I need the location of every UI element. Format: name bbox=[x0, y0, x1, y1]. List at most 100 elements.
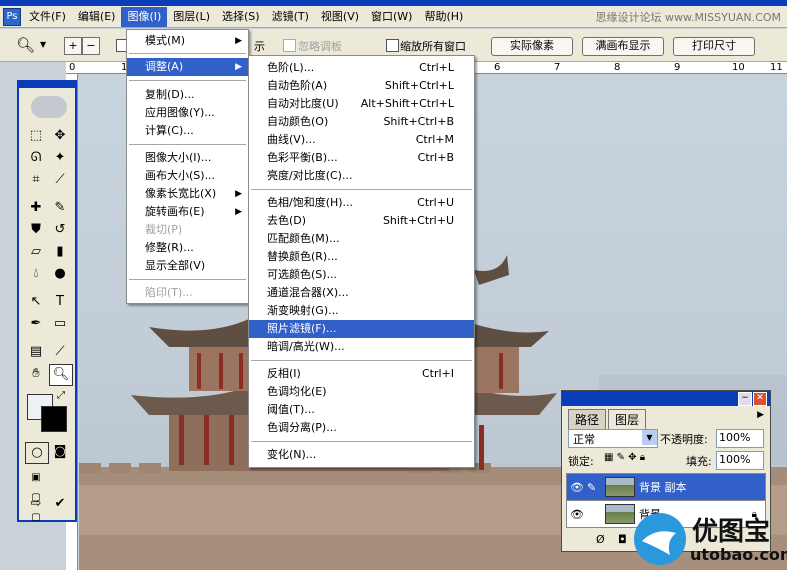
menu-layer[interactable]: 图层(L) bbox=[167, 7, 216, 27]
image-menu-duplicate[interactable]: 复制(D)... bbox=[127, 86, 248, 104]
zoom-out-icon[interactable]: − bbox=[82, 37, 100, 55]
lasso-tool-icon[interactable]: ᘏ bbox=[25, 148, 47, 168]
shape-tool-icon[interactable]: ▭ bbox=[49, 314, 71, 334]
ignore-palettes-checkbox[interactable] bbox=[283, 39, 296, 52]
tab-layers[interactable]: 图层 bbox=[608, 409, 647, 429]
image-menu-pixel-aspect[interactable]: 像素长宽比(X) ▶ bbox=[127, 185, 248, 203]
fit-screen-button[interactable]: 满画布显示 bbox=[582, 37, 664, 56]
photoshop-app-icon[interactable]: Ps bbox=[3, 7, 21, 26]
close-icon[interactable]: ✕ bbox=[753, 392, 767, 406]
image-menu-reveal-all[interactable]: 显示全部(V) bbox=[127, 257, 248, 275]
menu-file[interactable]: 文件(F) bbox=[23, 7, 72, 27]
adjust-gradient-map[interactable]: 渐变映射(G)... bbox=[249, 302, 474, 320]
crop-tool-icon[interactable]: ⌗ bbox=[25, 170, 47, 190]
adjust-curves[interactable]: 曲线(V)... Ctrl+M bbox=[249, 131, 474, 149]
minimize-icon[interactable]: − bbox=[738, 392, 752, 406]
pen-tool-icon[interactable]: ✒ bbox=[25, 314, 47, 334]
menu-filter[interactable]: 滤镜(T) bbox=[266, 7, 315, 27]
healing-brush-tool-icon[interactable]: ✚ bbox=[25, 198, 47, 218]
menu-bar: Ps 文件(F) 编辑(E) 图像(I) 图层(L) 选择(S) 滤镜(T) 视… bbox=[0, 6, 787, 28]
adjust-invert[interactable]: 反相(I) Ctrl+I bbox=[249, 365, 474, 383]
layer-row-background-copy[interactable]: 👁︎ ✎ 背景 副本 bbox=[566, 473, 766, 501]
adjust-auto-color[interactable]: 自动颜色(O) Shift+Ctrl+B bbox=[249, 113, 474, 131]
marquee-tool-icon[interactable]: ⬚ bbox=[25, 126, 47, 146]
image-menu-canvas-size[interactable]: 画布大小(S)... bbox=[127, 167, 248, 185]
eyedropper-tool-icon[interactable]: ⟋ bbox=[49, 342, 71, 362]
toolbox-title-bar[interactable] bbox=[19, 82, 75, 88]
brush-tool-icon[interactable]: ✎ bbox=[49, 198, 71, 218]
menu-window[interactable]: 窗口(W) bbox=[365, 7, 418, 27]
image-menu-adjust[interactable]: 调整(A) ▶ bbox=[127, 58, 248, 76]
print-size-button[interactable]: 打印尺寸 bbox=[673, 37, 755, 56]
notes-tool-icon[interactable]: ▤ bbox=[25, 342, 47, 362]
adjust-match-color[interactable]: 匹配颜色(M)... bbox=[249, 230, 474, 248]
image-menu-mode[interactable]: 模式(M) ▶ bbox=[127, 32, 248, 50]
adjust-auto-levels[interactable]: 自动色阶(A) Shift+Ctrl+L bbox=[249, 77, 474, 95]
move-tool-icon[interactable]: ✥ bbox=[49, 126, 71, 146]
menu-edit[interactable]: 编辑(E) bbox=[72, 7, 122, 27]
zoom-in-icon[interactable]: + bbox=[64, 37, 82, 55]
adjust-desaturate[interactable]: 去色(D) Shift+Ctrl+U bbox=[249, 212, 474, 230]
gradient-tool-icon[interactable]: ▮ bbox=[49, 242, 71, 262]
adjust-equalize[interactable]: 色调均化(E) bbox=[249, 383, 474, 401]
fill-label: 填充: bbox=[686, 455, 712, 468]
image-menu-rotate-canvas[interactable]: 旋转画布(E) ▶ bbox=[127, 203, 248, 221]
adjust-variations[interactable]: 变化(N)... bbox=[249, 446, 474, 464]
adjust-hue-saturation[interactable]: 色相/饱和度(H)... Ctrl+U bbox=[249, 194, 474, 212]
actual-pixels-button[interactable]: 实际像素 bbox=[491, 37, 573, 56]
image-menu-image-size[interactable]: 图像大小(I)... bbox=[127, 149, 248, 167]
standard-mode-icon[interactable]: ○ bbox=[25, 442, 49, 464]
blend-mode-select[interactable]: 正常 ▼ bbox=[568, 429, 658, 448]
eraser-tool-icon[interactable]: ▱ bbox=[25, 242, 47, 262]
resize-all-windows-checkbox[interactable] bbox=[386, 39, 399, 52]
adjust-threshold[interactable]: 阈值(T)... bbox=[249, 401, 474, 419]
adjust-selective-color[interactable]: 可选颜色(S)... bbox=[249, 266, 474, 284]
path-select-tool-icon[interactable]: ↖ bbox=[25, 292, 47, 312]
background-color-swatch[interactable] bbox=[41, 406, 67, 432]
zoom-tool-icon[interactable]: 🔍︎ bbox=[16, 36, 35, 54]
menu-image[interactable]: 图像(I) bbox=[121, 6, 168, 27]
adjust-photo-filter[interactable]: 照片滤镜(F)... bbox=[249, 320, 474, 338]
hand-tool-icon[interactable]: ✋︎ bbox=[25, 364, 47, 384]
layers-title-bar[interactable]: − ✕ bbox=[562, 391, 770, 406]
eye-icon[interactable]: 👁︎ bbox=[567, 481, 587, 494]
image-menu-apply-image[interactable]: 应用图像(Y)... bbox=[127, 104, 248, 122]
slice-tool-icon[interactable]: ⟋ bbox=[49, 170, 71, 190]
stamp-tool-icon[interactable]: ⛊ bbox=[25, 220, 47, 240]
adjust-brightness-contrast[interactable]: 亮度/对比度(C)... bbox=[249, 167, 474, 185]
fill-input[interactable]: 100% bbox=[716, 451, 764, 470]
jump-to-imageready-icon[interactable]: ⇨ bbox=[25, 494, 47, 514]
chevron-right-icon: ▶ bbox=[235, 36, 242, 46]
screen-mode-icon[interactable]: ▣ ▢ ▢ bbox=[25, 468, 47, 523]
tab-paths[interactable]: 路径 bbox=[568, 409, 607, 429]
adjust-auto-contrast[interactable]: 自动对比度(U) Alt+Shift+Ctrl+L bbox=[249, 95, 474, 113]
layer-style-icon[interactable]: Ø bbox=[596, 533, 605, 546]
menu-help[interactable]: 帮助(H) bbox=[418, 7, 469, 27]
image-menu-calculations[interactable]: 计算(C)... bbox=[127, 122, 248, 140]
opacity-input[interactable]: 100% bbox=[716, 429, 764, 448]
adjust-channel-mixer[interactable]: 通道混合器(X)... bbox=[249, 284, 474, 302]
type-tool-icon[interactable]: T bbox=[49, 292, 71, 312]
menu-select[interactable]: 选择(S) bbox=[216, 7, 266, 27]
menu-view[interactable]: 视图(V) bbox=[315, 7, 365, 27]
adjust-levels[interactable]: 色阶(L)... Ctrl+L bbox=[249, 59, 474, 77]
history-brush-tool-icon[interactable]: ↺ bbox=[49, 220, 71, 240]
image-menu-trim[interactable]: 修整(R)... bbox=[127, 239, 248, 257]
adjust-posterize[interactable]: 色调分离(P)... bbox=[249, 419, 474, 437]
magic-wand-tool-icon[interactable]: ✦ bbox=[49, 148, 71, 168]
adjust-color-balance[interactable]: 色彩平衡(B)... Ctrl+B bbox=[249, 149, 474, 167]
dodge-tool-icon[interactable]: ● bbox=[49, 264, 71, 284]
adjust-shadow-highlight[interactable]: 暗调/高光(W)... bbox=[249, 338, 474, 356]
eye-icon[interactable]: 👁︎ bbox=[567, 508, 587, 521]
zoom-tool-icon[interactable]: 🔍︎ bbox=[49, 364, 73, 386]
quick-mask-icon[interactable]: ◙ bbox=[49, 442, 71, 462]
blur-tool-icon[interactable]: 💧︎ bbox=[25, 264, 47, 284]
palette-menu-icon[interactable]: ▶ bbox=[757, 410, 764, 420]
swap-colors-icon[interactable]: ⤢ bbox=[57, 390, 65, 401]
ruler-tick: 11 bbox=[770, 62, 783, 73]
chevron-down-icon[interactable]: ▼ bbox=[40, 40, 46, 49]
adjust-replace-color[interactable]: 替换颜色(R)... bbox=[249, 248, 474, 266]
mask-icon[interactable]: ◘ bbox=[618, 533, 627, 546]
lock-pixels-icon[interactable]: ▦ ✎ ✥ 🔒︎ bbox=[604, 452, 645, 463]
imageready-icon[interactable]: ✔ bbox=[49, 494, 71, 514]
